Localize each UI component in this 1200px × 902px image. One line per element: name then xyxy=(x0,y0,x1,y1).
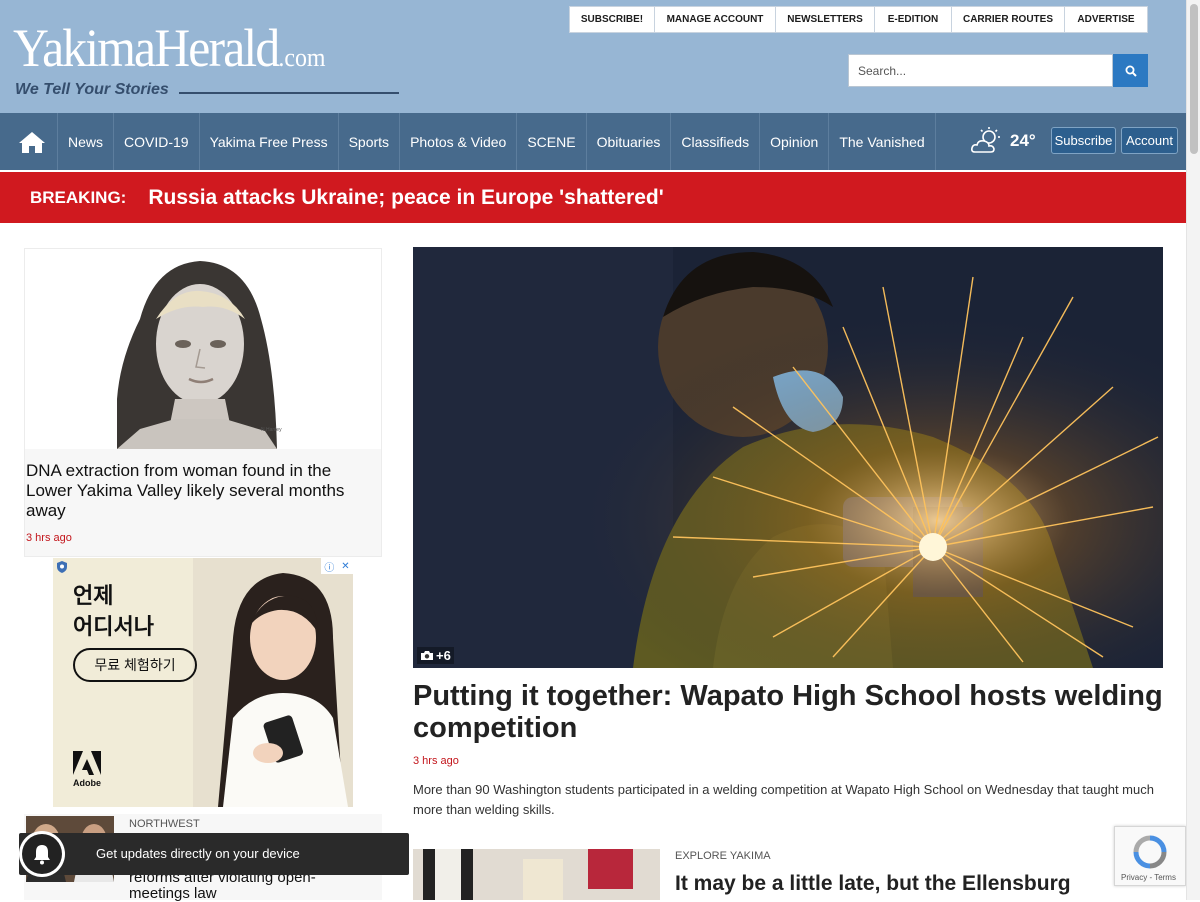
search-button[interactable] xyxy=(1113,54,1148,87)
search-icon xyxy=(1125,65,1137,77)
ad-cta-button[interactable]: 무료 체험하기 xyxy=(73,648,197,682)
ad-controls[interactable]: ⓘ ✕ xyxy=(321,558,353,574)
scrollbar-thumb[interactable] xyxy=(1190,4,1198,154)
top-link-e-edition[interactable]: E-EDITION xyxy=(875,7,952,32)
ad-photo-woman xyxy=(193,558,353,807)
nav-item-classifieds[interactable]: Classifieds xyxy=(671,113,761,170)
account-button[interactable]: Account xyxy=(1121,127,1178,154)
second-story-category[interactable]: EXPLORE YAKIMA xyxy=(675,850,771,862)
nav-item-news[interactable]: News xyxy=(58,113,115,170)
hero-description: More than 90 Washington students partici… xyxy=(413,782,1154,817)
weather-widget[interactable]: 24° xyxy=(970,125,1036,157)
top-links: SUBSCRIBE! MANAGE ACCOUNT NEWSLETTERS E-… xyxy=(569,6,1148,33)
bell-icon xyxy=(34,845,50,865)
logo-underline xyxy=(179,92,399,94)
adchoices-shield-icon[interactable] xyxy=(55,560,69,579)
left-story-title[interactable]: DNA extraction from woman found in the L… xyxy=(26,461,376,521)
second-story-title[interactable]: It may be a little late, but the Ellensb… xyxy=(675,871,1115,900)
search-bar xyxy=(848,54,1148,87)
photo-gallery-count[interactable]: +6 xyxy=(417,647,454,664)
breaking-headline[interactable]: Russia attacks Ukraine; peace in Europe … xyxy=(148,186,663,210)
top-link-advertise[interactable]: ADVERTISE xyxy=(1065,7,1147,32)
recaptcha-badge[interactable]: Privacy - Terms xyxy=(1114,826,1186,886)
nav-item-obituaries[interactable]: Obituaries xyxy=(587,113,672,170)
second-story-thumbnail[interactable] xyxy=(413,849,660,900)
home-icon xyxy=(19,131,45,153)
top-link-manage-account[interactable]: MANAGE ACCOUNT xyxy=(655,7,776,32)
left-story-time: 3 hrs ago xyxy=(26,532,72,544)
search-input[interactable] xyxy=(848,54,1113,87)
recaptcha-links[interactable]: Privacy - Terms xyxy=(1121,873,1176,882)
main-nav: News COVID-19 Yakima Free Press Sports P… xyxy=(0,113,1186,170)
ad-close-icon[interactable]: ✕ xyxy=(341,561,349,572)
nav-item-the-vanished[interactable]: The Vanished xyxy=(829,113,936,170)
site-header: YakimaHerald.com We Tell Your Stories SU… xyxy=(0,0,1186,113)
nav-item-opinion[interactable]: Opinion xyxy=(760,113,830,170)
ad-brand: Adobe xyxy=(73,778,101,788)
weather-temp: 24° xyxy=(1010,131,1036,150)
subscribe-button[interactable]: Subscribe xyxy=(1051,127,1116,154)
nav-item-scene[interactable]: SCENE xyxy=(517,113,587,170)
advertisement[interactable]: ⓘ ✕ 언제 어디서나 무료 체험하기 Adobe xyxy=(53,558,353,807)
page-scrollbar[interactable] xyxy=(1186,0,1200,900)
top-link-carrier-routes[interactable]: CARRIER ROUTES xyxy=(952,7,1065,32)
recaptcha-icon xyxy=(1133,835,1167,869)
partly-cloudy-icon xyxy=(971,127,1000,153)
nav-item-sports[interactable]: Sports xyxy=(339,113,401,170)
logo-tagline: We Tell Your Stories xyxy=(15,81,169,98)
adobe-logo-icon xyxy=(73,751,101,775)
logo-wordmark: YakimaHerald.com xyxy=(13,18,326,78)
hero-headline[interactable]: Putting it together: Wapato High School … xyxy=(413,680,1163,744)
nav-items: News COVID-19 Yakima Free Press Sports P… xyxy=(58,113,936,170)
nav-item-photos-video[interactable]: Photos & Video xyxy=(400,113,518,170)
nav-item-yakima-free-press[interactable]: Yakima Free Press xyxy=(200,113,339,170)
home-button[interactable] xyxy=(7,113,58,170)
notification-bell-button[interactable] xyxy=(19,831,65,877)
forensic-sketch-image[interactable]: N.Hanley xyxy=(25,249,381,449)
svg-text:N.Hanley: N.Hanley xyxy=(261,427,282,433)
ad-headline: 언제 어디서나 xyxy=(73,583,154,639)
site-logo[interactable]: YakimaHerald.com We Tell Your Stories xyxy=(13,18,403,102)
hero-time: 3 hrs ago xyxy=(413,755,459,767)
push-notification-prompt[interactable]: Get updates directly on your device xyxy=(19,831,409,877)
top-link-subscribe[interactable]: SUBSCRIBE! xyxy=(570,7,655,32)
hero-image[interactable]: +6 xyxy=(413,247,1163,668)
notification-prompt-text: Get updates directly on your device xyxy=(96,846,300,861)
top-link-newsletters[interactable]: NEWSLETTERS xyxy=(776,7,875,32)
camera-icon xyxy=(421,651,433,660)
ad-info-icon[interactable]: ⓘ xyxy=(324,559,334,574)
breaking-news-bar[interactable]: BREAKING: Russia attacks Ukraine; peace … xyxy=(0,172,1186,223)
left-story-card[interactable]: N.Hanley DNA extraction from woman found… xyxy=(24,248,382,557)
breaking-label: BREAKING: xyxy=(30,187,127,207)
nav-item-covid-19[interactable]: COVID-19 xyxy=(114,113,200,170)
northwest-story-category[interactable]: NORTHWEST xyxy=(129,818,200,830)
